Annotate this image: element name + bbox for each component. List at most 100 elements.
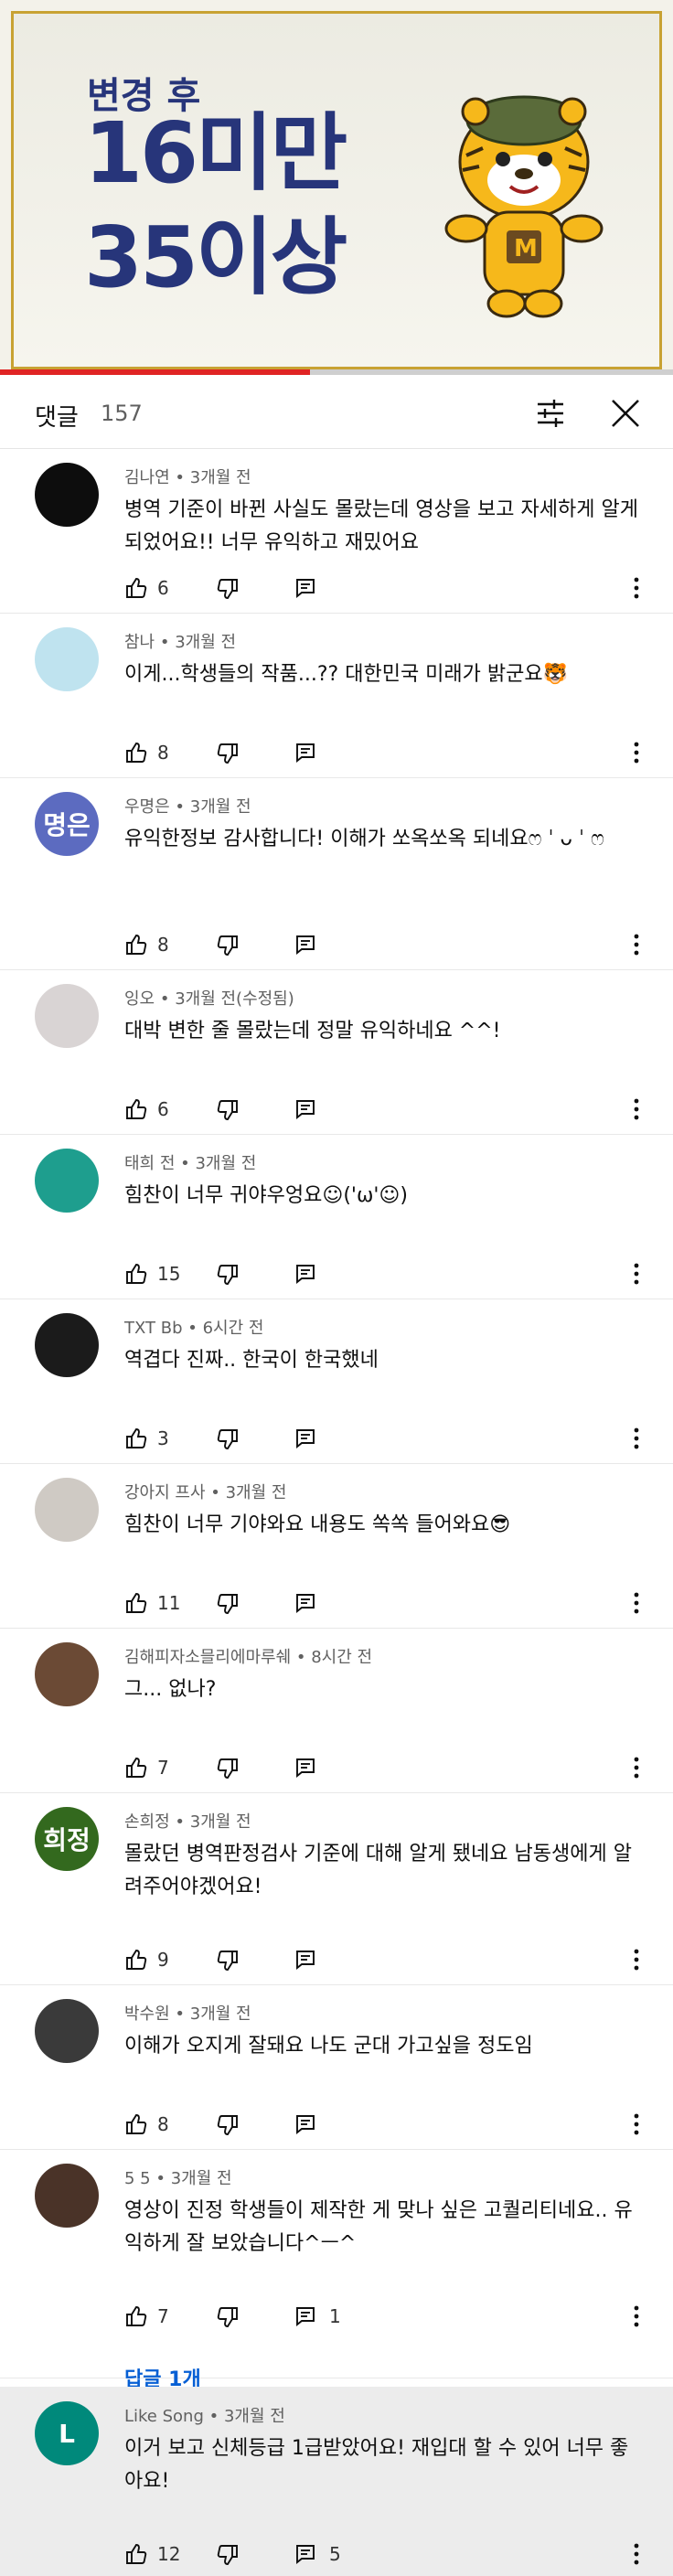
comment-author[interactable]: 우명은 bbox=[124, 797, 170, 817]
comment-text: 대박 변한 줄 몰랐는데 정말 유익하네요 ^^! bbox=[124, 1020, 501, 1042]
comment-actions: 15 bbox=[124, 1258, 315, 1289]
like-button[interactable]: 7 bbox=[124, 1756, 169, 1780]
comment-thread: 잉오 • 3개월 전(수정됨) 대박 변한 줄 몰랐는데 정말 유익하네요 ^^!… bbox=[0, 969, 673, 1135]
like-button[interactable]: 8 bbox=[124, 933, 169, 957]
avatar[interactable] bbox=[35, 1478, 99, 1542]
reply-button[interactable] bbox=[294, 742, 329, 764]
avatar[interactable] bbox=[35, 984, 99, 1048]
more-options-icon bbox=[634, 2543, 639, 2565]
dislike-button[interactable] bbox=[216, 1757, 240, 1780]
more-options-button[interactable] bbox=[627, 1752, 646, 1783]
dislike-button[interactable] bbox=[216, 1427, 240, 1451]
dislike-button[interactable] bbox=[216, 2305, 240, 2329]
comment-time: 8시간 전 bbox=[311, 1648, 373, 1667]
comment-author[interactable]: 잉오 bbox=[124, 989, 155, 1009]
comments-count: 157 bbox=[101, 401, 143, 426]
dislike-button[interactable] bbox=[216, 2543, 240, 2567]
reply-button[interactable]: 5 bbox=[294, 2543, 341, 2565]
reply-button[interactable] bbox=[294, 1757, 329, 1779]
like-button[interactable]: 15 bbox=[124, 1262, 180, 1286]
avatar[interactable] bbox=[35, 1642, 99, 1706]
comment-thread: 참나 • 3개월 전 이게...학생들의 작품...?? 대한민국 미래가 밝군요… bbox=[0, 613, 673, 778]
dislike-button[interactable] bbox=[216, 1592, 240, 1616]
comment-author[interactable]: 김나연 bbox=[124, 468, 170, 487]
comment-text: 몰랐던 병역판정검사 기준에 대해 알게 됐네요 남동생에게 알려주어야겠어요! bbox=[124, 1843, 632, 1898]
dislike-button[interactable] bbox=[216, 742, 240, 765]
avatar[interactable] bbox=[35, 1149, 99, 1213]
avatar[interactable] bbox=[35, 463, 99, 527]
more-options-button[interactable] bbox=[627, 1587, 646, 1619]
more-options-button[interactable] bbox=[627, 929, 646, 960]
comment-text: 영상이 진정 학생들이 제작한 게 맞나 싶은 고퀄리티네요.. 유익하게 잘 … bbox=[124, 2199, 633, 2255]
close-icon[interactable] bbox=[607, 395, 644, 432]
like-button[interactable]: 11 bbox=[124, 1591, 180, 1615]
dislike-button[interactable] bbox=[216, 2113, 240, 2137]
comment-author[interactable]: 김해피자소믈리에마루쉐 bbox=[124, 1648, 291, 1667]
more-options-button[interactable] bbox=[627, 737, 646, 768]
like-icon bbox=[126, 2114, 147, 2134]
more-options-button[interactable] bbox=[627, 2301, 646, 2332]
video-thumbnail[interactable]: 변경 후 16미만 35이상 M bbox=[0, 0, 673, 375]
avatar[interactable] bbox=[35, 1999, 99, 2063]
dislike-button[interactable] bbox=[216, 1949, 240, 1972]
comment-meta: TXT Bb • 6시간 전 bbox=[124, 1319, 264, 1338]
like-count: 6 bbox=[157, 577, 169, 599]
comment-author[interactable]: TXT Bb bbox=[124, 1319, 183, 1338]
comment-meta: 잉오 • 3개월 전(수정됨) bbox=[124, 989, 294, 1009]
comment-author[interactable]: Like Song bbox=[124, 2407, 204, 2426]
reply-button[interactable] bbox=[294, 2113, 329, 2135]
comment-time: 3개월 전 bbox=[170, 2169, 232, 2188]
more-options-button[interactable] bbox=[627, 1423, 646, 1454]
avatar[interactable] bbox=[35, 627, 99, 691]
avatar[interactable] bbox=[35, 1313, 99, 1377]
reply-button[interactable] bbox=[294, 1592, 329, 1614]
dislike-button[interactable] bbox=[216, 1098, 240, 1122]
comment-author[interactable]: 박수원 bbox=[124, 2004, 170, 2024]
comments-header: 댓글 157 bbox=[0, 375, 673, 449]
comment-author[interactable]: 태희 전 bbox=[124, 1154, 175, 1173]
like-count: 8 bbox=[157, 742, 169, 764]
more-options-button[interactable] bbox=[627, 2109, 646, 2140]
like-button[interactable]: 8 bbox=[124, 741, 169, 764]
like-button[interactable]: 12 bbox=[124, 2542, 180, 2566]
thumbnail-line-1: 16미만 bbox=[84, 104, 347, 202]
comment-author[interactable]: 참나 bbox=[124, 633, 155, 652]
more-options-button[interactable] bbox=[627, 1094, 646, 1125]
comment-author[interactable]: 5 5 bbox=[124, 2169, 151, 2188]
comment-actions: 6 bbox=[124, 572, 315, 604]
like-button[interactable]: 8 bbox=[124, 2112, 169, 2136]
like-button[interactable]: 6 bbox=[124, 1097, 169, 1121]
reply-button[interactable] bbox=[294, 577, 329, 599]
avatar[interactable]: 희정 bbox=[35, 1807, 99, 1871]
like-button[interactable]: 7 bbox=[124, 2304, 169, 2328]
like-icon bbox=[126, 1950, 147, 1970]
reply-button[interactable] bbox=[294, 1263, 329, 1285]
like-count: 3 bbox=[157, 1427, 169, 1449]
reply-button[interactable] bbox=[294, 1427, 329, 1449]
comment-text: 이거 보고 신체등급 1급받았어요! 재입대 할 수 있어 너무 좋아요! bbox=[124, 2437, 629, 2493]
reply-button[interactable] bbox=[294, 1098, 329, 1120]
avatar[interactable] bbox=[35, 2164, 99, 2228]
reply-button[interactable] bbox=[294, 1949, 329, 1971]
comment-author[interactable]: 손희정 bbox=[124, 1812, 170, 1832]
like-icon bbox=[126, 2306, 147, 2326]
more-options-button[interactable] bbox=[627, 1944, 646, 1975]
like-button[interactable]: 3 bbox=[124, 1427, 169, 1450]
sort-icon[interactable] bbox=[532, 395, 569, 432]
dislike-button[interactable] bbox=[216, 1263, 240, 1287]
dislike-button[interactable] bbox=[216, 934, 240, 957]
more-options-icon bbox=[634, 577, 639, 599]
more-options-button[interactable] bbox=[627, 1258, 646, 1289]
reply-button[interactable]: 1 bbox=[294, 2305, 341, 2327]
avatar[interactable]: L bbox=[35, 2401, 99, 2465]
reply-button[interactable] bbox=[294, 934, 329, 956]
like-button[interactable]: 6 bbox=[124, 576, 169, 600]
like-button[interactable]: 9 bbox=[124, 1948, 169, 1972]
dislike-button[interactable] bbox=[216, 577, 240, 601]
like-count: 12 bbox=[157, 2543, 181, 2565]
comment-text: 힘찬이 너무 기야와요 내용도 쏙쏙 들어와요😎 bbox=[124, 1513, 511, 1536]
more-options-button[interactable] bbox=[627, 2539, 646, 2570]
avatar[interactable]: 명은 bbox=[35, 792, 99, 856]
comment-author[interactable]: 강아지 프사 bbox=[124, 1483, 206, 1502]
more-options-button[interactable] bbox=[627, 572, 646, 604]
